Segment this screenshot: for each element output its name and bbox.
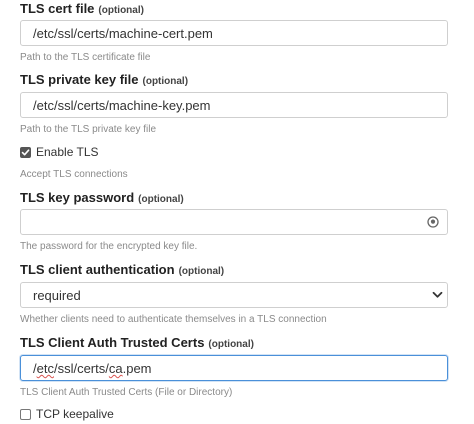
tls-client-auth-trusted-certs-label-text: TLS Client Auth Trusted Certs	[20, 335, 205, 350]
tls-client-auth-trusted-certs-value: /etc/ssl/certs/ca.pem	[33, 361, 152, 376]
optional-tag: (optional)	[138, 194, 184, 205]
tls-key-password-input[interactable]	[20, 209, 448, 235]
tls-private-key-file-label: TLS private key file (optional)	[20, 72, 188, 87]
tls-client-auth-trusted-certs-input[interactable]: /etc/ssl/certs/ca.pem	[20, 355, 448, 381]
tls-private-key-file-input[interactable]: /etc/ssl/certs/machine-key.pem	[20, 92, 448, 118]
enable-tls-help: Accept TLS connections	[20, 169, 128, 180]
tls-key-password-label-text: TLS key password	[20, 190, 135, 205]
tls-client-auth-trusted-certs-help: TLS Client Auth Trusted Certs (File or D…	[20, 387, 233, 398]
enable-tls-checkbox[interactable]	[20, 147, 31, 158]
tls-cert-file-label-text: TLS cert file	[20, 1, 95, 16]
checkmark-icon	[21, 149, 30, 156]
chevron-down-icon	[432, 291, 443, 299]
tcp-keepalive-label[interactable]: TCP keepalive	[36, 407, 114, 421]
tls-key-password-label: TLS key password (optional)	[20, 190, 184, 205]
value-part: /ssl/certs/	[53, 361, 109, 376]
tcp-keepalive-checkbox[interactable]	[20, 409, 31, 420]
tls-client-authentication-label: TLS client authentication (optional)	[20, 262, 224, 277]
optional-tag: (optional)	[208, 339, 254, 350]
tls-client-auth-trusted-certs-label: TLS Client Auth Trusted Certs (optional)	[20, 335, 254, 350]
optional-tag: (optional)	[178, 266, 225, 277]
tls-cert-file-label: TLS cert file (optional)	[20, 1, 144, 16]
tls-client-authentication-select[interactable]: required	[20, 282, 448, 308]
spellcheck-word: ca	[108, 361, 123, 376]
tls-cert-file-help: Path to the TLS certificate file	[20, 52, 151, 63]
enable-tls-label[interactable]: Enable TLS	[36, 145, 99, 159]
eye-icon[interactable]	[427, 216, 439, 228]
spellcheck-word: etc	[36, 361, 54, 376]
tls-cert-file-value: /etc/ssl/certs/machine-cert.pem	[33, 26, 213, 41]
value-part: .pem	[122, 361, 152, 376]
optional-tag: (optional)	[142, 76, 189, 87]
tls-private-key-file-value: /etc/ssl/certs/machine-key.pem	[33, 98, 211, 113]
tls-key-password-help: The password for the encrypted key file.	[20, 241, 198, 252]
tls-client-authentication-label-text: TLS client authentication	[20, 262, 175, 277]
tls-private-key-file-help: Path to the TLS private key file	[20, 124, 157, 135]
optional-tag: (optional)	[98, 5, 144, 16]
tls-client-authentication-selected: required	[33, 288, 81, 303]
tls-client-authentication-help: Whether clients need to authenticate the…	[20, 314, 327, 325]
tls-private-key-file-label-text: TLS private key file	[20, 72, 139, 87]
tls-cert-file-input[interactable]: /etc/ssl/certs/machine-cert.pem	[20, 20, 448, 46]
